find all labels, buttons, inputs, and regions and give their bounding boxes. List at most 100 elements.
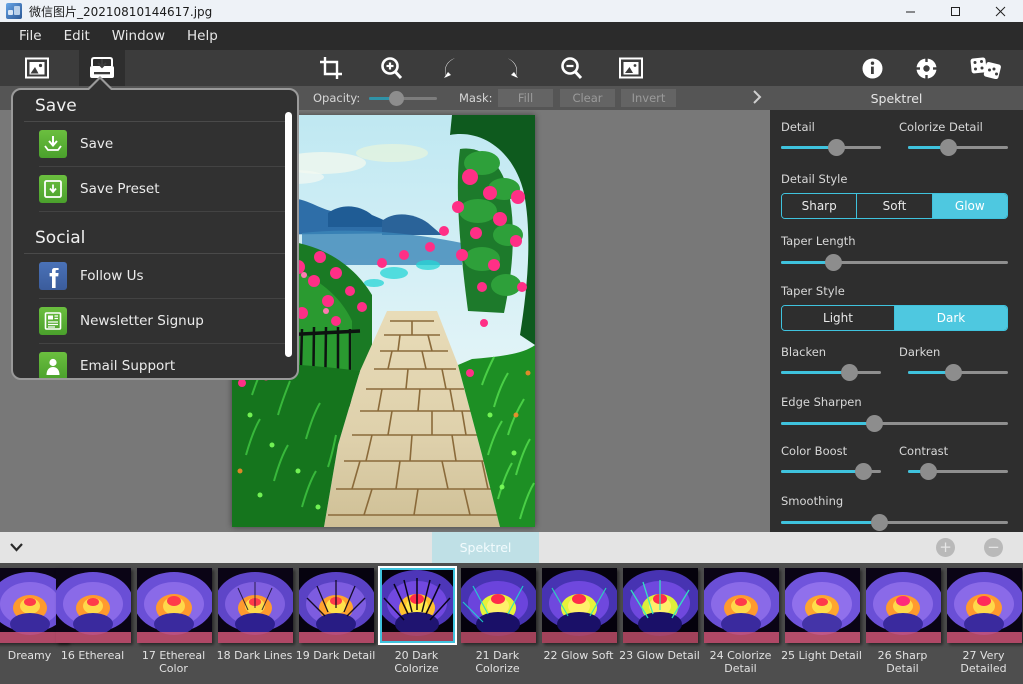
info-icon — [862, 58, 883, 79]
dropdown-heading-save: Save — [24, 90, 286, 122]
preset-item-8[interactable]: 23 Glow Detail — [619, 563, 700, 684]
preset-label: 22 Glow Soft — [538, 649, 619, 662]
menu-edit[interactable]: Edit — [53, 24, 101, 48]
opacity-slider[interactable] — [369, 97, 437, 100]
blacken-slider-knob[interactable] — [841, 364, 858, 381]
detail-style-option-sharp[interactable]: Sharp — [782, 194, 857, 218]
remove-preset-button[interactable]: − — [984, 538, 1003, 557]
menu-help[interactable]: Help — [176, 24, 229, 48]
smoothing-slider-fill — [781, 521, 879, 524]
preset-label: 16 Ethereal — [52, 649, 133, 662]
save-dropdown-menu[interactable]: Save Save Save Preset Social — [11, 88, 299, 380]
close-icon[interactable] — [978, 0, 1023, 22]
darken-slider-knob[interactable] — [945, 364, 962, 381]
maximize-icon[interactable] — [933, 0, 978, 22]
preset-item-9[interactable]: 24 Colorize Detail — [700, 563, 781, 684]
chevron-down-icon[interactable] — [8, 540, 25, 559]
preset-item-7[interactable]: 22 Glow Soft — [538, 563, 619, 684]
add-preset-button[interactable]: + — [936, 538, 955, 557]
menu-window[interactable]: Window — [101, 24, 176, 48]
detail-style-option-soft[interactable]: Soft — [857, 194, 932, 218]
edge-sharpen-label: Edge Sharpen — [781, 395, 1012, 409]
preset-label: 26 Sharp Detail — [862, 649, 943, 675]
menu-item-newsletter-signup[interactable]: Newsletter Signup — [39, 299, 286, 344]
preset-strip[interactable]: Dreamy 16 Ethereal — [0, 563, 1023, 684]
color-boost-slider-knob[interactable] — [855, 463, 872, 480]
info-button[interactable] — [849, 50, 895, 86]
save-preset-icon — [39, 175, 67, 203]
preset-item-10[interactable]: 25 Light Detail — [781, 563, 862, 684]
taper-length-slider[interactable] — [781, 261, 1008, 264]
preset-item-6[interactable]: 21 Dark Colorize — [457, 563, 538, 684]
preset-thumbnail — [704, 568, 779, 643]
colorize-detail-slider-knob[interactable] — [940, 139, 957, 156]
menu-file[interactable]: File — [8, 24, 53, 48]
color-boost-label: Color Boost — [781, 444, 847, 458]
mask-clear-button[interactable]: Clear — [560, 89, 615, 107]
minimize-icon[interactable] — [888, 0, 933, 22]
detail-style-option-glow[interactable]: Glow — [933, 194, 1007, 218]
menu-item-follow-us[interactable]: Follow Us — [39, 254, 286, 299]
taper-style-segmented[interactable]: Light Dark — [781, 305, 1008, 331]
redo-button[interactable] — [488, 50, 534, 86]
menu-item-save[interactable]: Save — [39, 122, 286, 167]
zoom-in-button[interactable] — [368, 50, 414, 86]
detail-style-segmented[interactable]: Sharp Soft Glow — [781, 193, 1008, 219]
contrast-slider[interactable] — [908, 470, 1008, 473]
mask-invert-button[interactable]: Invert — [621, 89, 676, 107]
randomize-button[interactable] — [960, 50, 1012, 86]
preset-item-1[interactable]: 16 Ethereal — [52, 563, 133, 684]
zoom-out-button[interactable] — [548, 50, 594, 86]
taper-style-option-dark[interactable]: Dark — [895, 306, 1007, 330]
preset-item-3[interactable]: 18 Dark Lines — [214, 563, 295, 684]
open-image-button[interactable] — [14, 50, 60, 86]
preset-label: 27 Very Detailed — [943, 649, 1023, 675]
opacity-slider-knob[interactable] — [389, 91, 404, 106]
preset-item-2[interactable]: 17 Ethereal Color — [133, 563, 214, 684]
color-boost-slider-fill — [781, 470, 863, 473]
mask-fill-button[interactable]: Fill — [498, 89, 553, 107]
menu-item-label: Newsletter Signup — [80, 313, 204, 329]
preset-tab-bar: Spektrel + − — [0, 532, 1023, 563]
menu-item-email-support[interactable]: Email Support — [39, 344, 286, 380]
chevron-right-icon[interactable] — [750, 88, 764, 111]
settings-button[interactable] — [903, 50, 949, 86]
colorize-detail-slider[interactable] — [908, 146, 1008, 149]
window-controls — [888, 0, 1023, 22]
colorize-detail-label: Colorize Detail — [899, 120, 983, 134]
preset-label: 19 Dark Detail — [295, 649, 376, 662]
blacken-slider[interactable] — [781, 371, 881, 374]
taper-style-option-light[interactable]: Light — [782, 306, 895, 330]
detail-slider[interactable] — [781, 146, 881, 149]
detail-slider-knob[interactable] — [828, 139, 845, 156]
smoothing-slider-knob[interactable] — [871, 514, 888, 531]
crop-button[interactable] — [308, 50, 354, 86]
tab-spektrel[interactable]: Spektrel — [432, 532, 539, 563]
preset-item-11[interactable]: 26 Sharp Detail — [862, 563, 943, 684]
panel-title-bar: Spektrel — [770, 86, 1023, 110]
darken-slider[interactable] — [908, 371, 1008, 374]
undo-button[interactable] — [428, 50, 474, 86]
zoom-in-icon — [380, 57, 403, 80]
preset-label: 20 Dark Colorize — [376, 649, 457, 675]
edge-sharpen-slider[interactable] — [781, 422, 1008, 425]
preset-item-5[interactable]: 20 Dark Colorize — [376, 563, 457, 684]
preset-label: 18 Dark Lines — [214, 649, 295, 662]
taper-length-slider-knob[interactable] — [825, 254, 842, 271]
email-support-icon — [39, 352, 67, 380]
contrast-slider-knob[interactable] — [920, 463, 937, 480]
smoothing-slider[interactable] — [781, 521, 1008, 524]
fit-image-button[interactable] — [608, 50, 654, 86]
preset-thumbnail — [218, 568, 293, 643]
settings-icon — [916, 58, 937, 79]
panel-title: Spektrel — [871, 91, 923, 106]
color-boost-slider[interactable] — [781, 470, 881, 473]
redo-icon — [501, 57, 521, 79]
dropdown-scrollbar[interactable] — [285, 112, 292, 357]
preset-item-12[interactable]: 27 Very Detailed — [943, 563, 1023, 684]
edge-sharpen-slider-knob[interactable] — [866, 415, 883, 432]
edge-sharpen-slider-fill — [781, 422, 874, 425]
menu-item-save-preset[interactable]: Save Preset — [39, 167, 286, 212]
preset-item-4[interactable]: 19 Dark Detail — [295, 563, 376, 684]
preset-thumbnail — [785, 568, 860, 643]
